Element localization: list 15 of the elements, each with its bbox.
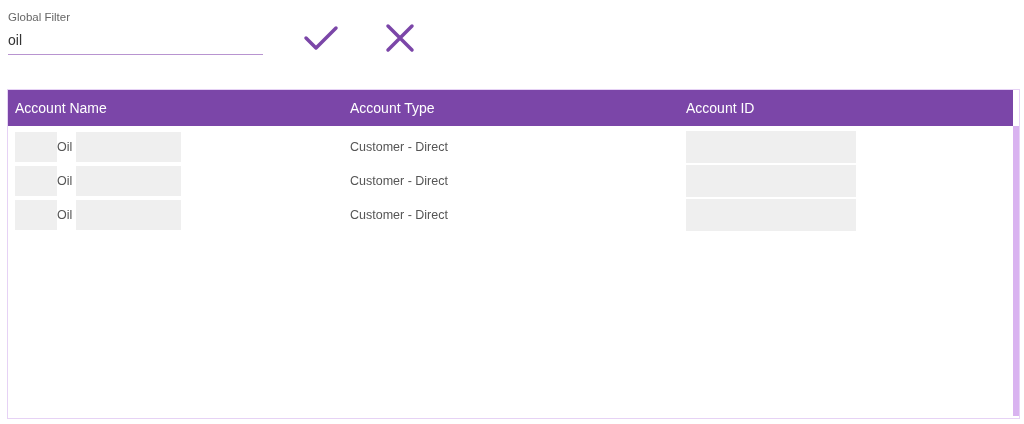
table-cell: Oil xyxy=(57,140,73,154)
table-cell-text: Customer - Direct xyxy=(350,174,449,188)
column-header[interactable]: Account Type xyxy=(350,100,686,116)
table-cell-text: Customer - Direct xyxy=(350,140,449,154)
scrollbar[interactable] xyxy=(1013,126,1019,416)
column-header[interactable]: Account Name xyxy=(15,100,350,116)
table-cell: Oil xyxy=(57,174,73,188)
table-cell-text: Customer - Direct xyxy=(350,208,449,222)
clear-button[interactable] xyxy=(385,23,415,53)
filter-label: Global Filter xyxy=(8,11,71,25)
column-header[interactable]: Account ID xyxy=(686,100,1013,116)
close-icon xyxy=(385,23,415,53)
apply-button[interactable] xyxy=(303,23,339,53)
checkmark-icon xyxy=(303,23,339,53)
table-cell: Oil xyxy=(57,208,73,222)
